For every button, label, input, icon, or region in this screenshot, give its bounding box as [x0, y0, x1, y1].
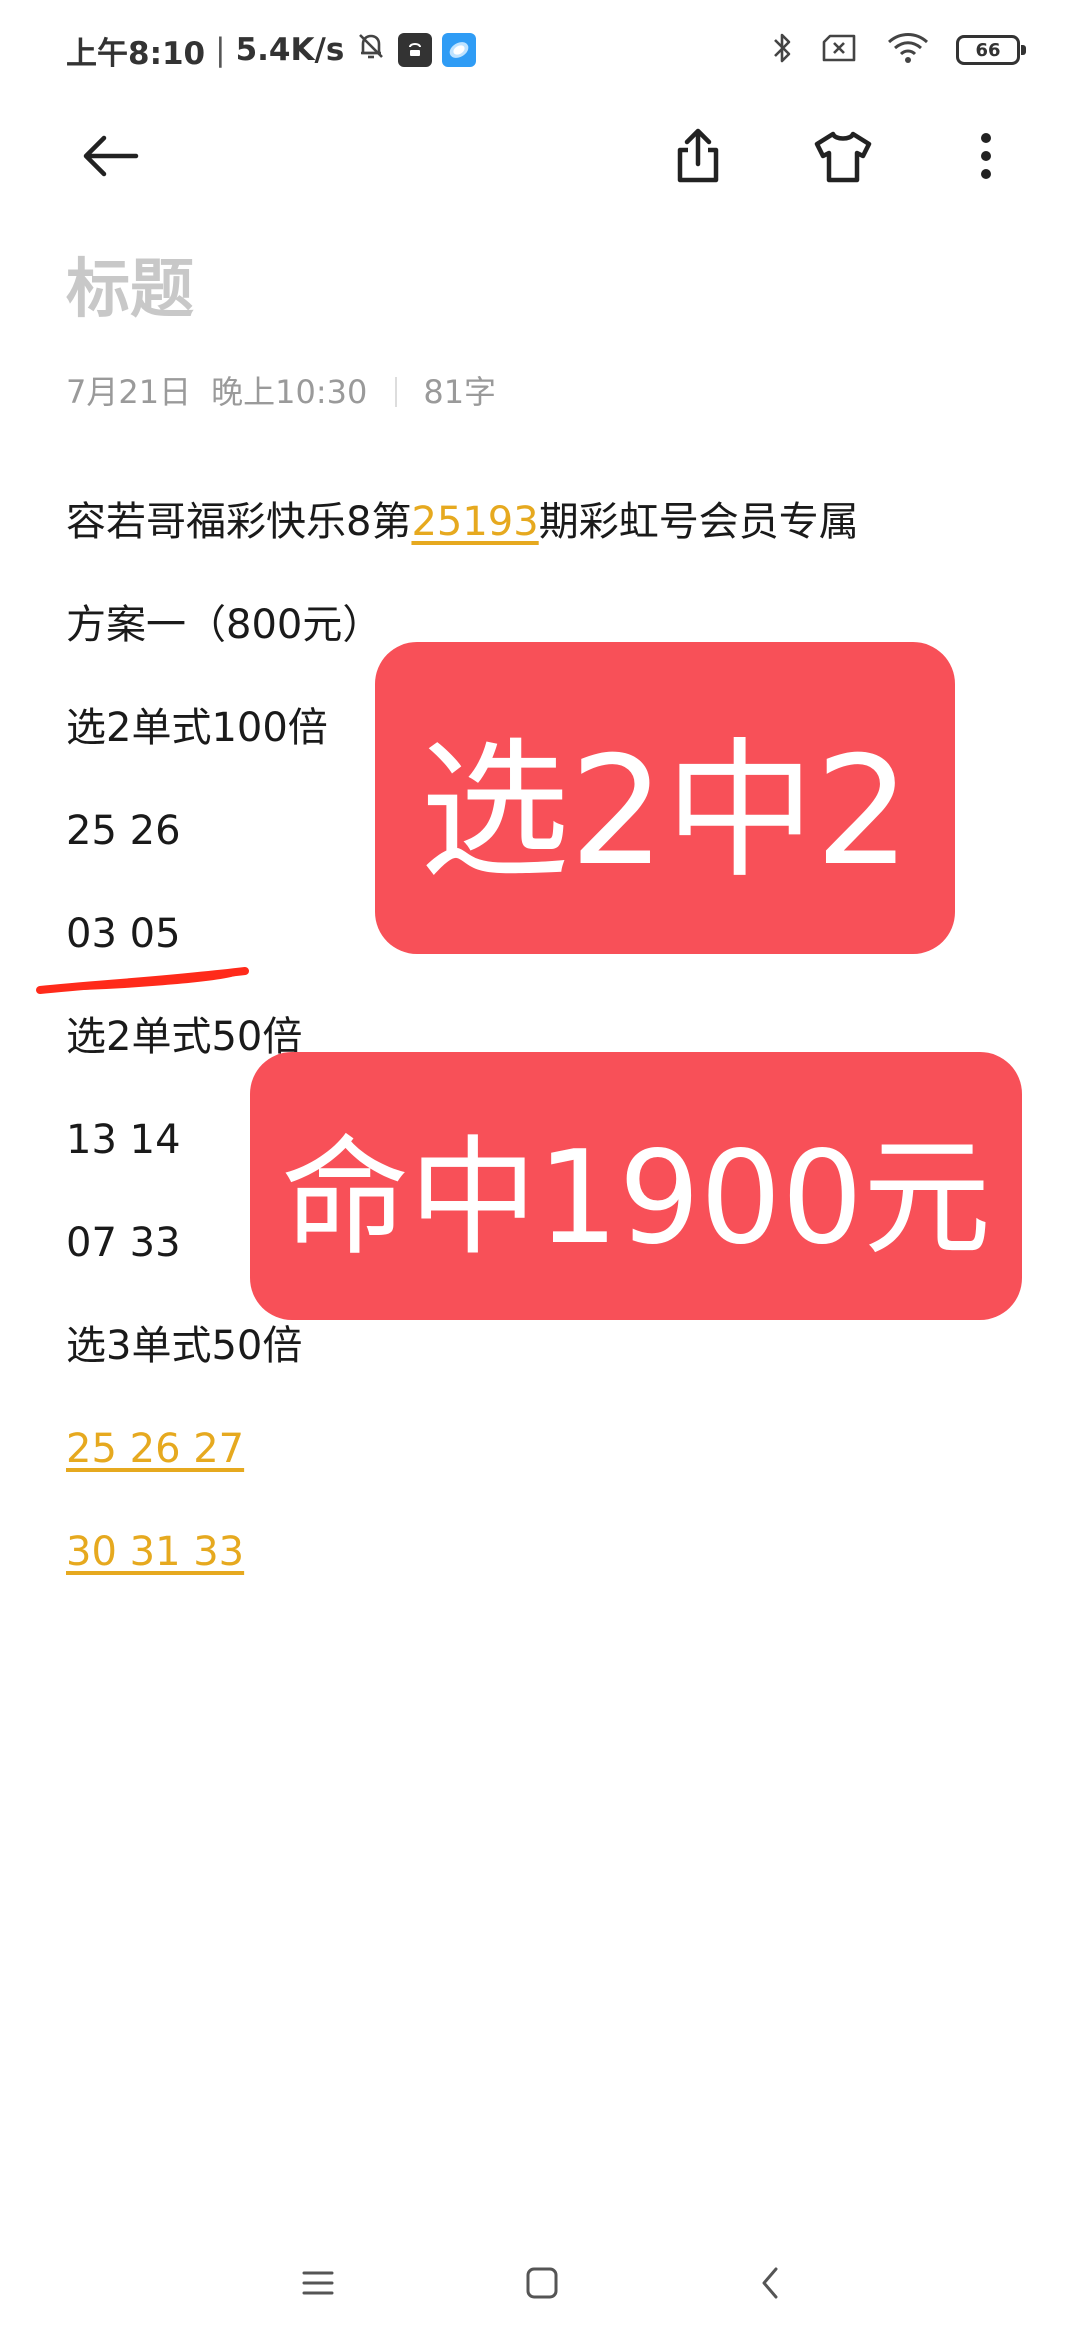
home-button[interactable] — [497, 2240, 587, 2330]
red-underline-mark — [36, 967, 249, 994]
app-icon — [442, 33, 477, 67]
more-options-button[interactable] — [938, 110, 1034, 206]
system-nav-bar — [0, 2240, 1080, 2330]
more-vertical-icon — [978, 130, 994, 186]
share-button[interactable] — [650, 110, 746, 206]
wifi-icon — [886, 31, 930, 69]
back-button[interactable] — [62, 110, 158, 206]
note-title-input[interactable]: 标题 — [66, 250, 194, 330]
number-link[interactable]: 30 31 33 — [66, 1529, 244, 1575]
issue-number-link[interactable]: 25193 — [411, 499, 538, 545]
status-bar: 上午8:10 | 5.4K/s 66 — [0, 0, 1080, 100]
mute-bell-icon — [354, 29, 388, 71]
theme-shirt-icon — [811, 128, 875, 188]
note-toolbar — [0, 110, 1080, 210]
note-line: 容若哥福彩快乐8第25193期彩虹号会员专属 — [66, 490, 1026, 593]
meta-divider — [395, 377, 398, 407]
network-speed: 5.4K/s — [235, 32, 345, 68]
mi-store-icon — [398, 33, 433, 67]
status-time: 上午8:10 — [66, 35, 206, 72]
banner-text: 命中1900元 — [281, 1123, 991, 1273]
theme-button[interactable] — [795, 110, 891, 206]
status-right: 66 — [770, 26, 1026, 74]
back-arrow-icon — [78, 132, 142, 184]
battery-icon: 66 — [956, 35, 1026, 65]
status-left: 上午8:10 | 5.4K/s — [66, 26, 477, 74]
overlay-banner-prize: 命中1900元 — [250, 1052, 1022, 1320]
note-line: 25 26 27 — [66, 1417, 1026, 1520]
back-chevron-icon — [758, 2265, 782, 2305]
note-line: 选3单式50倍 — [66, 1323, 303, 1369]
note-date: 7月21日 — [66, 373, 192, 411]
no-sim-icon — [820, 32, 860, 68]
home-square-icon — [524, 2265, 560, 2305]
number-link[interactable]: 25 26 27 — [66, 1426, 244, 1472]
battery-level: 66 — [975, 39, 1001, 61]
note-text: 容若哥福彩快乐8第 — [66, 499, 412, 545]
menu-icon — [300, 2267, 336, 2303]
char-count: 81字 — [423, 373, 497, 411]
note-meta: 7月21日 晚上10:30 81字 — [66, 370, 496, 414]
note-line: 30 31 33 — [66, 1520, 1026, 1623]
bluetooth-icon — [770, 30, 794, 70]
overlay-banner-win: 选2中2 — [375, 642, 955, 954]
banner-text: 选2中2 — [419, 724, 911, 899]
recent-apps-button[interactable] — [273, 2240, 363, 2330]
note-text: 期彩虹号会员专属 — [538, 499, 859, 545]
nav-back-button[interactable] — [725, 2240, 815, 2330]
note-time: 晚上10:30 — [211, 373, 368, 411]
status-separator: | — [215, 32, 226, 68]
share-icon — [670, 126, 726, 190]
